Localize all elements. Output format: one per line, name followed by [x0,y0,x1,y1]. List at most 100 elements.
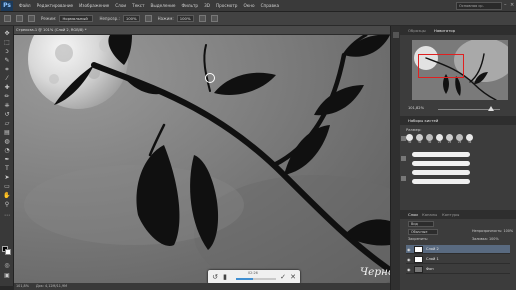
visibility-eye-icon[interactable]: ◉ [407,247,411,252]
hand-tool-icon[interactable]: ✋ [3,192,11,199]
menu-type[interactable]: Текст [132,3,144,8]
brush-preset-2[interactable] [416,134,423,141]
tools-panel: ✥ ⬚ ↄ ✎ ⌗ ⁄ ✚ ✏ ⎈ ↺ ▱ ▤ ◍ ◔ ✒ T ➤ ▭ ✋ ⚲ … [0,26,14,286]
layer-row[interactable]: ◉ Слой 2 [406,245,510,254]
brush-panel-toggle-icon[interactable] [28,15,35,22]
layer-row[interactable]: ◉ Слой 1 [406,255,510,264]
brush-tool-icon[interactable] [4,15,11,22]
brush-stroke-preview-1[interactable] [412,152,470,157]
crop-tool-icon[interactable]: ⌗ [3,66,11,73]
pressure-size-icon[interactable] [210,15,218,22]
document-tab[interactable]: Стрекоза-1 @ 101% (Слой 2, RGB/8) * [14,26,390,35]
video-playback-bar: ↺ ▮ 02:26 ✓ ✕ [208,270,300,284]
menu-edit[interactable]: Редактирование [37,3,74,8]
eraser-tool-icon[interactable]: ▱ [3,120,11,127]
playback-progress[interactable] [236,278,276,280]
brush-size-3: 30 [428,141,432,144]
brush-preset-picker-icon[interactable] [16,15,23,22]
brush-size-2: 30 [418,141,422,144]
opacity-field[interactable]: 100% [122,15,140,22]
pen-tool-icon[interactable]: ✒ [3,156,11,163]
menu-image[interactable]: Изображение [79,3,109,8]
close-overlay-icon[interactable]: ✕ [289,273,297,281]
eyedropper-tool-icon[interactable]: ⁄ [3,75,11,82]
menu-window[interactable]: Окно [243,3,254,8]
brush-stroke-preview-3[interactable] [412,170,470,175]
marquee-tool-icon[interactable]: ⬚ [3,39,11,46]
visibility-eye-icon[interactable]: ◉ [407,267,411,272]
menu-3d[interactable]: 3D [204,3,210,8]
type-tool-icon[interactable]: T [3,165,11,172]
screen-mode-icon[interactable]: ▣ [3,272,11,279]
status-zoom[interactable]: 101,8% [16,284,29,288]
navigator-zoom-value[interactable]: 101,82% [408,106,424,110]
menu-help[interactable]: Справка [261,3,279,8]
brush-stroke-preview-2[interactable] [412,161,470,166]
brush-size-7: 36 [468,141,472,144]
path-select-tool-icon[interactable]: ➤ [3,174,11,181]
navigator-zoom-knob[interactable] [488,106,494,111]
layer-name: Слой 1 [426,257,439,261]
shape-tool-icon[interactable]: ▭ [3,183,11,190]
tab-paths[interactable]: Контуры [442,212,459,217]
menu-file[interactable]: Файл [19,3,31,8]
workspace-select[interactable]: Основная ср. [456,2,502,10]
pressure-opacity-icon[interactable] [144,15,152,22]
brush-settings-icon[interactable] [401,136,406,141]
airbrush-icon[interactable] [198,15,206,22]
brush-preset-6[interactable] [456,134,463,141]
brush-preset-5[interactable] [446,134,453,141]
blend-mode-select[interactable]: Обычные [408,229,438,235]
history-brush-tool-icon[interactable]: ↺ [3,111,11,118]
close-icon[interactable]: × [510,2,514,8]
visibility-eye-icon[interactable]: ◉ [407,257,411,262]
clone-stamp-tool-icon[interactable]: ⎈ [3,102,11,109]
dodge-tool-icon[interactable]: ◔ [3,147,11,154]
panel-dock-icon[interactable] [393,32,399,38]
layer-fill[interactable]: Заливка: 100% [472,237,499,241]
quick-mask-icon[interactable]: ◎ [3,262,11,269]
navigator-view-rectangle[interactable] [418,54,464,78]
brush-stroke-previews [412,152,474,192]
mode-select[interactable]: Нормальный [59,15,94,22]
layer-lock-label: Закрепить: [408,237,429,241]
layer-thumbnail [414,246,423,253]
tab-layers[interactable]: Слои [408,212,418,217]
tab-swatches[interactable]: Образцы [408,28,426,33]
layer-opacity[interactable]: Непрозрачность: 100% [472,229,513,233]
lasso-tool-icon[interactable]: ↄ [3,48,11,55]
menu-select[interactable]: Выделение [151,3,176,8]
background-color-swatch[interactable] [5,249,11,255]
move-tool-icon[interactable]: ✥ [3,30,11,37]
navigator-preview[interactable] [412,40,508,100]
brush-preset-7[interactable] [466,134,473,141]
brush-stroke-preview-4[interactable] [412,179,470,184]
brush-preset-4[interactable] [436,134,443,141]
healing-tool-icon[interactable]: ✚ [3,84,11,91]
minimize-icon[interactable]: – [504,2,508,8]
rewind-icon[interactable]: ↺ [211,273,219,281]
layer-row[interactable]: ◉ Фон [406,265,510,274]
confirm-icon[interactable]: ✓ [279,273,287,281]
menu-view[interactable]: Просмотр [216,3,238,8]
gradient-tool-icon[interactable]: ▤ [3,129,11,136]
pressure-field[interactable]: 100% [176,15,194,22]
zoom-tool-icon[interactable]: ⚲ [3,201,11,208]
brush-new-icon[interactable] [401,176,406,181]
quick-select-tool-icon[interactable]: ✎ [3,57,11,64]
menu-filter[interactable]: Фильтр [182,3,199,8]
brush-tool-icon[interactable]: ✏ [3,93,11,100]
document-canvas[interactable] [14,35,390,283]
menu-bar: Ps Файл Редактирование Изображение Слои … [0,0,516,12]
brush-mode-icon[interactable] [401,156,406,161]
bars-icon[interactable]: ▮ [221,273,229,281]
tab-brush-presets[interactable]: Наборы кистей [408,118,438,123]
tab-navigator[interactable]: Навигатор [434,28,455,33]
more-tools-icon[interactable]: ⋯ [3,212,11,219]
blur-tool-icon[interactable]: ◍ [3,138,11,145]
menu-layer[interactable]: Слои [115,3,126,8]
brush-preset-3[interactable] [426,134,433,141]
tab-channels[interactable]: Каналы [422,212,437,217]
layer-filter-select[interactable]: Вид [408,221,434,227]
brush-preset-1[interactable] [406,134,413,141]
